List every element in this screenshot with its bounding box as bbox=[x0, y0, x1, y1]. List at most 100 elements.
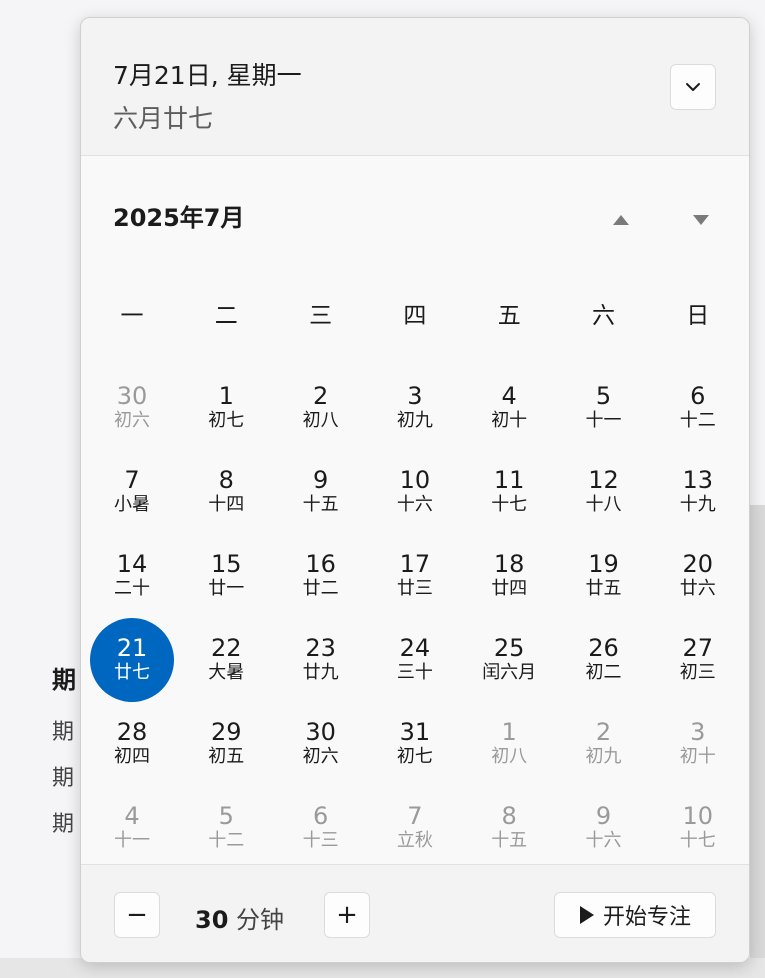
day-lunar-label: 十六 bbox=[396, 494, 433, 515]
previous-month-button[interactable] bbox=[601, 202, 641, 238]
day-number: 19 bbox=[588, 550, 619, 578]
weekday-label: 三 bbox=[309, 303, 333, 329]
decrease-duration-button[interactable]: − bbox=[114, 892, 160, 938]
day-lunar-label: 十五 bbox=[302, 494, 339, 515]
day-lunar-label: 十七 bbox=[491, 494, 528, 515]
day-cell[interactable]: 25 闰六月 bbox=[467, 618, 551, 702]
day-number: 4 bbox=[124, 802, 140, 830]
day-number: 25 bbox=[493, 634, 525, 662]
day-lunar-label: 十六 bbox=[585, 830, 622, 851]
day-lunar-label: 十八 bbox=[585, 494, 622, 515]
weekday-header: 一二三四五六日 bbox=[85, 296, 745, 332]
day-cell[interactable]: 4 初十 bbox=[467, 366, 551, 450]
day-cell[interactable]: 9 十五 bbox=[279, 450, 363, 534]
day-cell[interactable]: 19 廿五 bbox=[562, 534, 646, 618]
day-number: 24 bbox=[399, 634, 431, 662]
day-lunar-label: 十一 bbox=[114, 830, 150, 851]
day-number: 27 bbox=[682, 634, 714, 662]
day-number: 7 bbox=[124, 466, 140, 494]
day-lunar-label: 十四 bbox=[208, 494, 245, 515]
day-cell[interactable]: 13 十九 bbox=[656, 450, 740, 534]
day-number: 21 bbox=[116, 634, 148, 662]
day-cell[interactable]: 30 初六 bbox=[279, 702, 363, 786]
chevron-down-icon bbox=[686, 83, 700, 91]
day-cell[interactable]: 3 初九 bbox=[373, 366, 457, 450]
day-cell[interactable]: 5 十二 bbox=[184, 786, 268, 870]
day-number: 15 bbox=[211, 550, 242, 578]
day-cell[interactable]: 1 初八 bbox=[467, 702, 551, 786]
day-cell[interactable]: 17 廿三 bbox=[373, 534, 457, 618]
day-cell[interactable]: 9 十六 bbox=[562, 786, 646, 870]
day-cell[interactable]: 26 初二 bbox=[562, 618, 646, 702]
background-heading: 期 bbox=[52, 666, 76, 694]
day-cell[interactable]: 16 廿二 bbox=[279, 534, 363, 618]
increase-duration-button[interactable]: + bbox=[324, 892, 370, 938]
day-cell[interactable]: 14 二十 bbox=[90, 534, 174, 618]
day-cell[interactable]: 3 初十 bbox=[656, 702, 740, 786]
day-number: 6 bbox=[312, 802, 329, 830]
day-cell[interactable]: 10 十六 bbox=[373, 450, 457, 534]
day-lunar-label: 十二 bbox=[679, 410, 716, 431]
start-focus-button[interactable]: 开始专注 bbox=[554, 892, 716, 938]
day-cell-selected[interactable]: 21 廿七 bbox=[90, 618, 174, 702]
day-lunar-label: 二十 bbox=[114, 578, 150, 599]
day-cell[interactable]: 24 三十 bbox=[373, 618, 457, 702]
day-cell[interactable]: 6 十三 bbox=[279, 786, 363, 870]
next-month-button[interactable] bbox=[681, 202, 721, 238]
day-cell[interactable]: 7 立秋 bbox=[373, 786, 457, 870]
day-cell[interactable]: 11 十七 bbox=[467, 450, 551, 534]
day-lunar-label: 初十 bbox=[491, 410, 528, 431]
day-cell[interactable]: 4 十一 bbox=[90, 786, 174, 870]
duration-unit: 分钟 bbox=[236, 906, 285, 934]
month-title[interactable]: 2025年7月 bbox=[113, 198, 245, 233]
day-cell[interactable]: 31 初七 bbox=[373, 702, 457, 786]
day-number: 26 bbox=[588, 634, 619, 662]
day-lunar-label: 初六 bbox=[302, 746, 339, 767]
day-number: 7 bbox=[407, 802, 423, 830]
day-cell[interactable]: 22 大暑 bbox=[184, 618, 268, 702]
day-cell[interactable]: 2 初八 bbox=[279, 366, 363, 450]
day-number: 3 bbox=[407, 382, 423, 410]
weekday-label: 四 bbox=[403, 303, 427, 329]
day-lunar-label: 初三 bbox=[679, 662, 716, 683]
day-cell[interactable]: 2 初九 bbox=[562, 702, 646, 786]
day-cell[interactable]: 20 廿六 bbox=[656, 534, 740, 618]
focus-duration: 30 分钟 bbox=[195, 900, 284, 935]
day-lunar-label: 十二 bbox=[208, 830, 245, 851]
day-number: 14 bbox=[116, 550, 148, 578]
collapse-calendar-button[interactable] bbox=[670, 64, 716, 110]
day-lunar-label: 三十 bbox=[396, 662, 433, 683]
day-cell[interactable]: 8 十四 bbox=[184, 450, 268, 534]
focus-bar: − 30 分钟 + 开始专注 bbox=[81, 864, 749, 962]
day-cell[interactable]: 7 小暑 bbox=[90, 450, 174, 534]
day-lunar-label: 小暑 bbox=[114, 494, 150, 515]
day-lunar-label: 初六 bbox=[114, 410, 150, 431]
day-number: 2 bbox=[595, 718, 612, 746]
day-lunar-label: 初二 bbox=[585, 662, 622, 683]
day-cell[interactable]: 27 初三 bbox=[656, 618, 740, 702]
day-cell[interactable]: 12 十八 bbox=[562, 450, 646, 534]
day-cell[interactable]: 23 廿九 bbox=[279, 618, 363, 702]
day-cell[interactable]: 30 初六 bbox=[90, 366, 174, 450]
day-cell[interactable]: 10 十七 bbox=[656, 786, 740, 870]
day-number: 4 bbox=[501, 382, 517, 410]
day-number: 9 bbox=[312, 466, 329, 494]
day-lunar-label: 十一 bbox=[585, 410, 622, 431]
background-scrollbar[interactable] bbox=[750, 505, 765, 960]
day-number: 2 bbox=[312, 382, 329, 410]
day-cell[interactable]: 18 廿四 bbox=[467, 534, 551, 618]
day-cell[interactable]: 29 初五 bbox=[184, 702, 268, 786]
day-lunar-label: 初九 bbox=[585, 746, 622, 767]
day-cell[interactable]: 28 初四 bbox=[90, 702, 174, 786]
day-lunar-label: 廿六 bbox=[679, 578, 716, 599]
day-lunar-label: 初九 bbox=[396, 410, 433, 431]
day-cell[interactable]: 8 十五 bbox=[467, 786, 551, 870]
day-lunar-label: 十五 bbox=[491, 830, 528, 851]
day-cell[interactable]: 6 十二 bbox=[656, 366, 740, 450]
day-cell[interactable]: 1 初七 bbox=[184, 366, 268, 450]
day-number: 8 bbox=[218, 466, 234, 494]
current-lunar-date: 六月廿七 bbox=[113, 104, 214, 133]
start-focus-label: 开始专注 bbox=[602, 905, 691, 930]
day-cell[interactable]: 15 廿一 bbox=[184, 534, 268, 618]
day-cell[interactable]: 5 十一 bbox=[562, 366, 646, 450]
